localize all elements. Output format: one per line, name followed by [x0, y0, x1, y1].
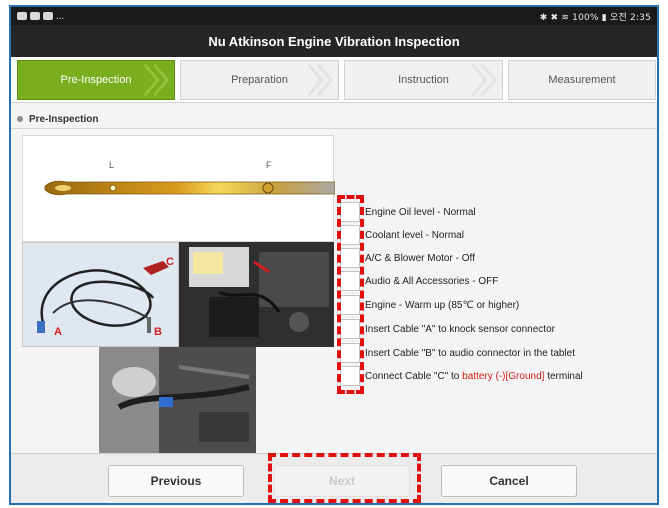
checklist-item: Insert Cable "A" to knock sensor connect…	[340, 319, 555, 339]
connector-photo	[99, 347, 256, 453]
checklist-item-label: A/C & Blower Motor - Off	[365, 252, 475, 264]
cable-illustration: A B C	[37, 256, 174, 338]
tab-preparation[interactable]: Preparation	[180, 60, 339, 100]
chevron-right-icon	[471, 63, 498, 97]
status-bar-notifications: ...	[17, 11, 64, 22]
checklist-item-label: Insert Cable "B" to audio connector in t…	[365, 347, 576, 359]
checklist-item-text: Connect Cable "C" to	[365, 370, 463, 382]
engine-illustration	[179, 242, 334, 347]
chevron-right-icon	[143, 63, 170, 97]
checklist-item-text: terminal	[544, 370, 583, 382]
cancel-button[interactable]: Cancel	[441, 465, 577, 497]
dipstick-illustration: L F	[44, 160, 336, 196]
checklist-item: A/C & Blower Motor - Off	[340, 248, 475, 268]
chevron-right-icon	[307, 63, 334, 97]
cable-label-c: C	[166, 256, 174, 268]
tab-measurement[interactable]: Measurement	[508, 60, 656, 100]
divider	[11, 128, 657, 129]
dipstick-label-f: F	[266, 160, 272, 170]
checkbox[interactable]	[340, 202, 360, 222]
checklist-item: Audio & All Accessories - OFF	[340, 271, 498, 291]
message-icon	[30, 12, 40, 20]
cable-photo: A B C	[22, 242, 179, 347]
tab-instruction[interactable]: Instruction	[344, 60, 503, 100]
bullet-icon	[17, 116, 23, 122]
checklist-item: Engine - Warm up (85℃ or higher)	[340, 295, 519, 315]
section-title: Pre-Inspection	[29, 113, 99, 125]
section-header: Pre-Inspection	[11, 111, 657, 127]
engine-bay-photo	[179, 242, 334, 347]
checkbox[interactable]	[340, 225, 360, 245]
cable-label-a: A	[54, 326, 62, 338]
tab-label: Instruction	[398, 74, 449, 86]
tab-label: Measurement	[548, 74, 616, 86]
app-window: ... ✱ ✖ ≋ 100% ▮ 오전 2:35 Nu Atkinson Eng…	[9, 5, 659, 505]
app-icon	[43, 12, 53, 20]
checklist-item-label: Audio & All Accessories - OFF	[365, 275, 499, 287]
status-bar-system: ✱ ✖ ≋ 100% ▮ 오전 2:35	[539, 12, 651, 23]
page-title: Nu Atkinson Engine Vibration Inspection	[11, 25, 657, 57]
dipstick-label-l: L	[109, 160, 114, 170]
next-button[interactable]: Next	[274, 465, 410, 497]
checkbox[interactable]	[340, 319, 360, 339]
checkbox[interactable]	[340, 271, 360, 291]
checkbox[interactable]	[340, 295, 360, 315]
tab-pre-inspection[interactable]: Pre-Inspection	[17, 60, 175, 100]
checklist-item: Coolant level - Normal	[340, 225, 464, 245]
checklist-item: Insert Cable "B" to audio connector in t…	[340, 343, 575, 363]
pre-inspection-checklist: Engine Oil level - Normal Coolant level …	[340, 197, 650, 397]
previous-button[interactable]: Previous	[108, 465, 244, 497]
battery-ground-text: battery (-)[Ground]	[462, 370, 545, 382]
step-tabs: Pre-Inspection Preparation Instruction M…	[11, 57, 657, 103]
checkbox[interactable]	[340, 366, 360, 386]
status-bar: ... ✱ ✖ ≋ 100% ▮ 오전 2:35	[11, 7, 657, 25]
checkbox[interactable]	[340, 248, 360, 268]
tab-label: Preparation	[231, 74, 288, 86]
tab-label: Pre-Inspection	[60, 74, 132, 86]
checklist-item: Engine Oil level - Normal	[340, 202, 476, 222]
dipstick-image: L F	[22, 135, 336, 242]
checklist-item-label: Engine - Warm up (85℃ or higher)	[365, 299, 520, 311]
checklist-item-label: Insert Cable "A" to knock sensor connect…	[365, 323, 555, 335]
status-bar-more: ...	[56, 10, 65, 22]
connector-illustration	[99, 347, 256, 453]
checklist-item-label: Coolant level - Normal	[365, 229, 464, 241]
gallery-icon	[17, 12, 27, 20]
checklist-item-label: Connect Cable "C" to battery (-)[Ground]…	[365, 371, 583, 382]
checkbox[interactable]	[340, 343, 360, 363]
checklist-item-label: Engine Oil level - Normal	[365, 206, 476, 218]
bottom-action-bar: Previous Next Cancel	[11, 453, 657, 503]
checklist-item: Connect Cable "C" to battery (-)[Ground]…	[340, 366, 583, 386]
cable-label-b: B	[154, 326, 162, 338]
